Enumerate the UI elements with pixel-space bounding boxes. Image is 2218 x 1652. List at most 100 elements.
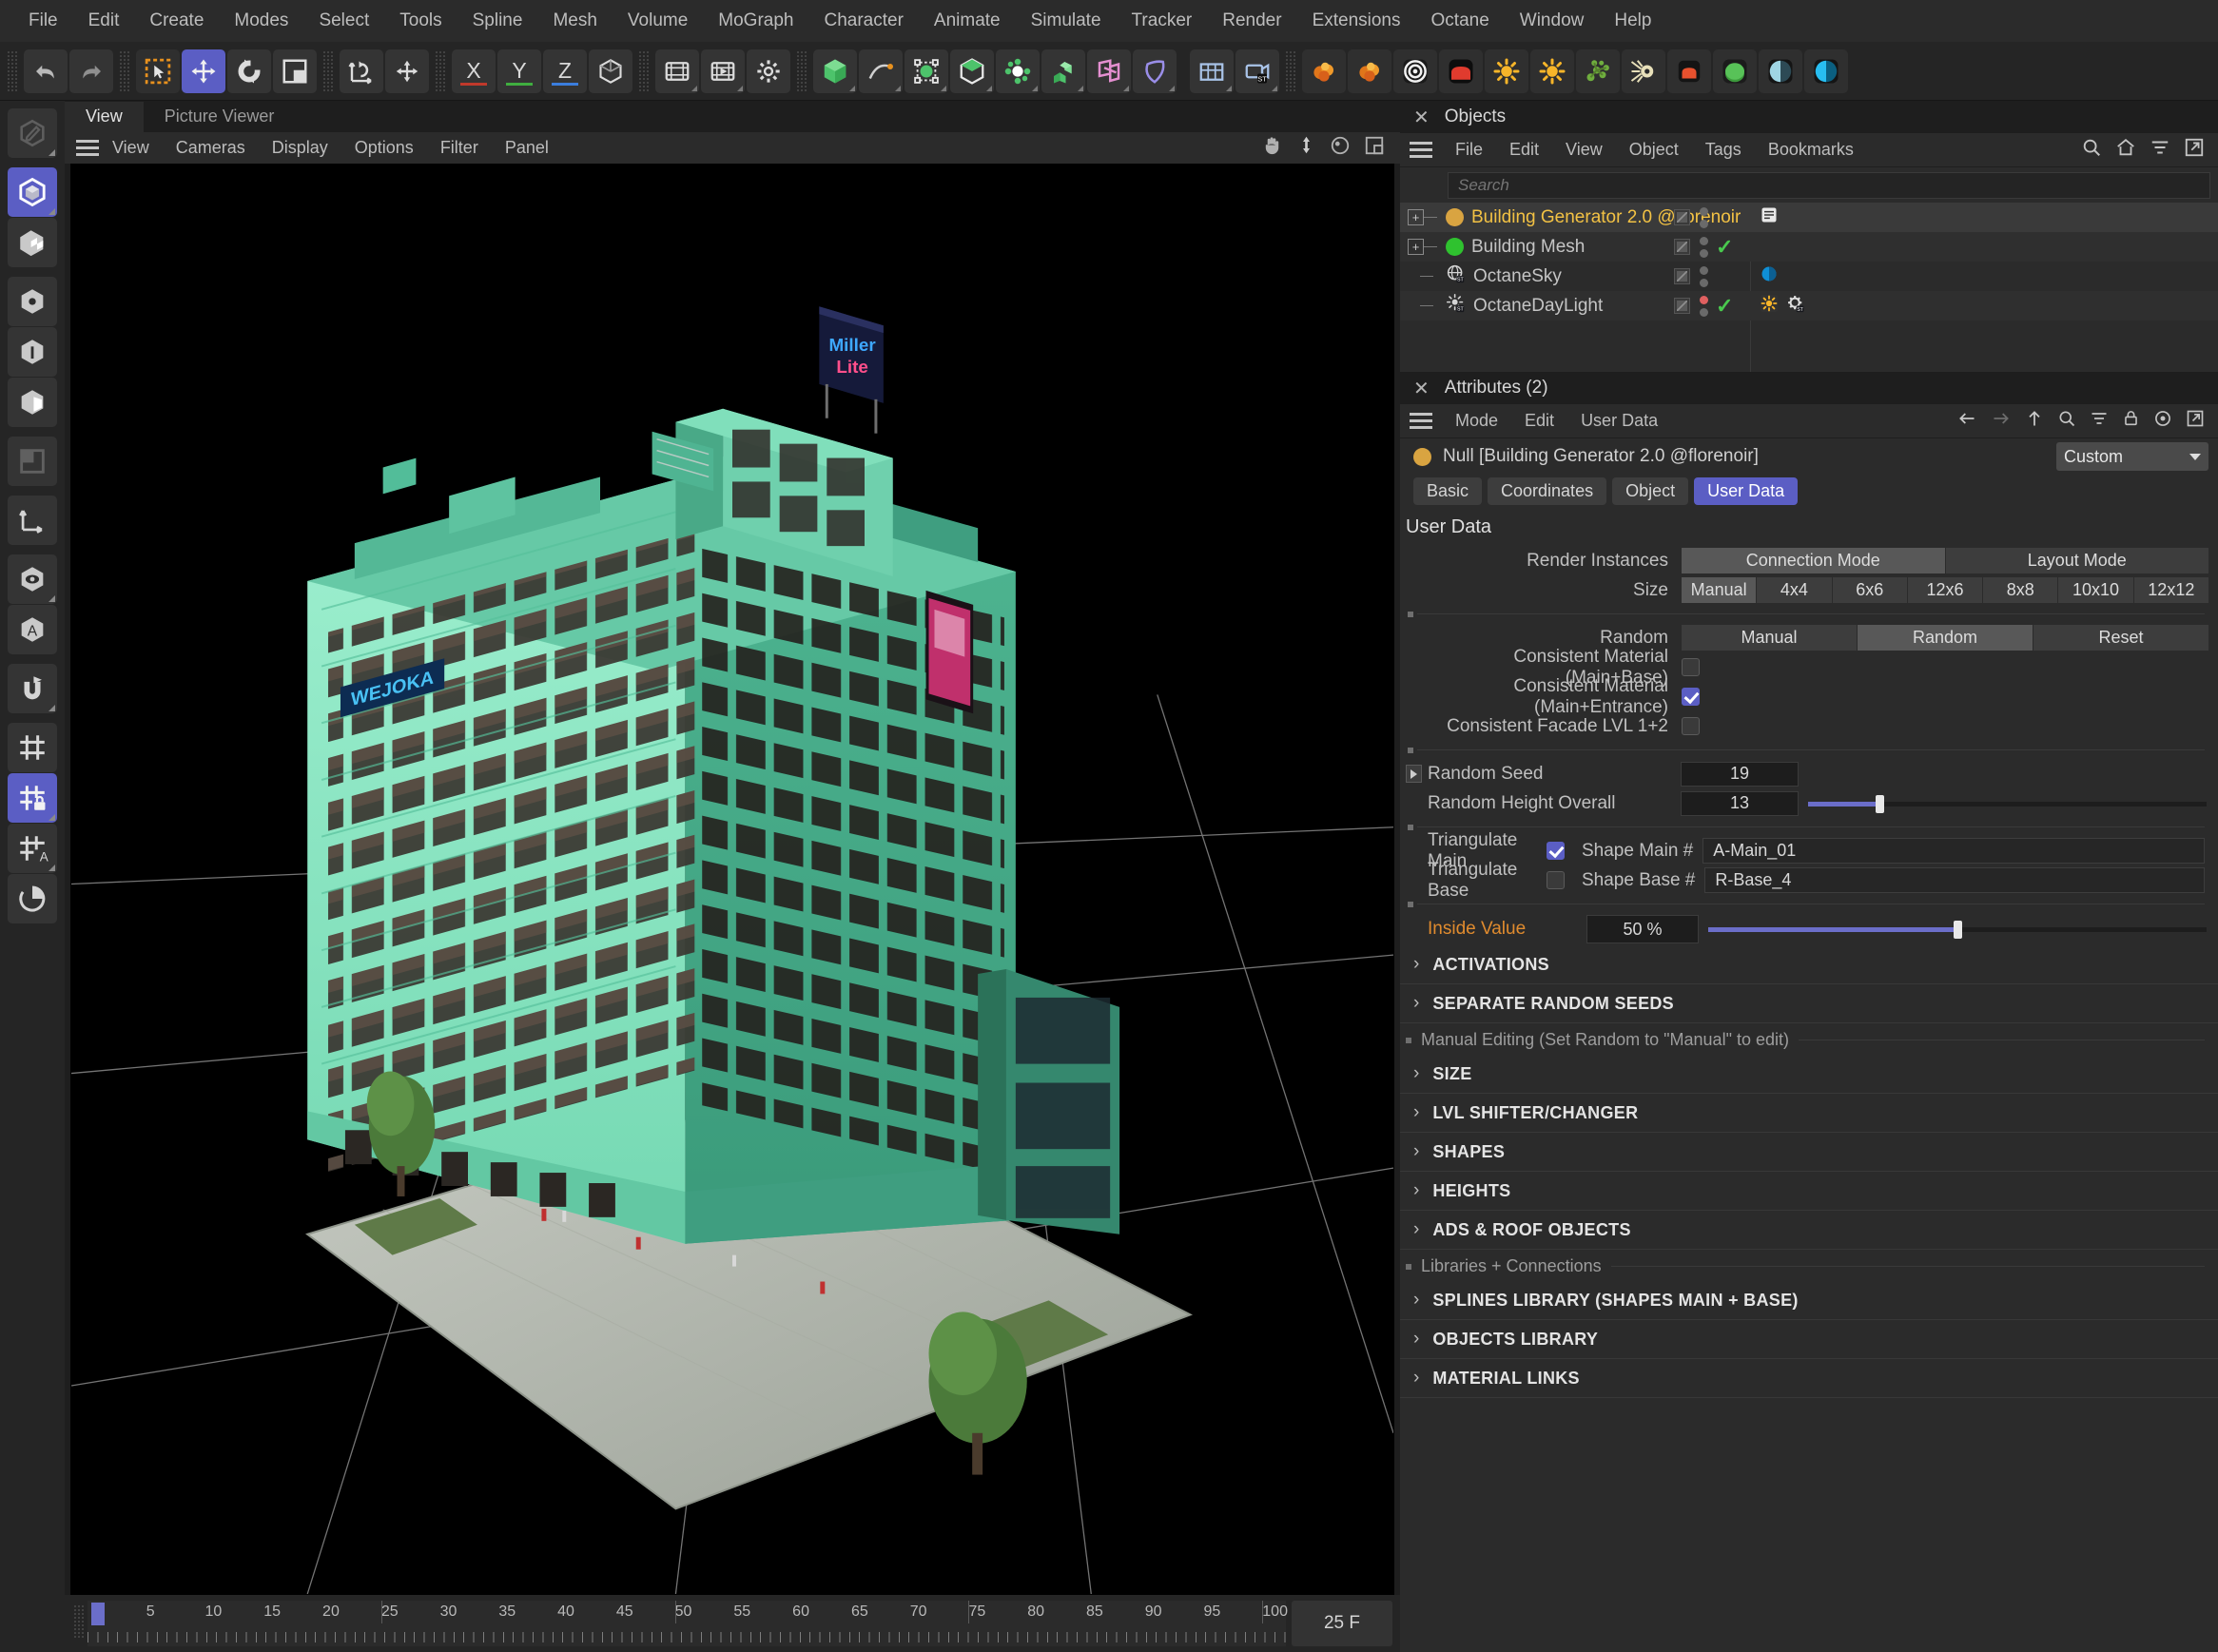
object-tags[interactable] — [1760, 205, 1779, 230]
texture-mode-button[interactable] — [8, 218, 57, 267]
search-input[interactable] — [1458, 176, 2209, 195]
menu-item-create[interactable]: Create — [134, 7, 219, 35]
octane-render-target-button[interactable] — [1667, 49, 1711, 93]
timeline-bar[interactable]: 5101520253035404550556065707580859095100… — [65, 1595, 1400, 1652]
menu-item-mograph[interactable]: MoGraph — [703, 7, 808, 35]
random-option-manual[interactable]: Manual — [1682, 625, 1857, 651]
menu-item-simulate[interactable]: Simulate — [1016, 7, 1117, 35]
triangulate-base-checkbox[interactable] — [1547, 871, 1565, 889]
group-header-ads-roof-objects[interactable]: ›ADS & ROOF OBJECTS — [1400, 1211, 2218, 1250]
enabled-check-icon[interactable]: ✓ — [1716, 235, 1733, 260]
menu-item-octane[interactable]: Octane — [1416, 7, 1505, 35]
octane-mesh-button[interactable] — [1190, 49, 1234, 93]
model-mode-button[interactable] — [8, 167, 57, 217]
attributes-tab-user-data[interactable]: User Data — [1694, 477, 1798, 505]
toolbar-grip-5[interactable] — [638, 50, 650, 92]
rotate-view-icon[interactable] — [1330, 135, 1351, 162]
rotate-tool[interactable] — [227, 49, 271, 93]
objects-search-field[interactable] — [1448, 172, 2210, 199]
menu-item-render[interactable]: Render — [1207, 7, 1296, 35]
axis-mode-button[interactable] — [8, 496, 57, 545]
object-tags[interactable]: ST — [1760, 294, 1805, 319]
home-icon[interactable] — [2115, 137, 2136, 164]
octane-material-green-button[interactable] — [1713, 49, 1757, 93]
group-header-objects-library[interactable]: ›OBJECTS LIBRARY — [1400, 1320, 2218, 1359]
viewport-menu-filter[interactable]: Filter — [427, 136, 492, 160]
objects-menu-tags[interactable]: Tags — [1692, 138, 1755, 162]
axis-lock-x-button[interactable]: X — [452, 49, 496, 93]
world-object-axis-button[interactable] — [340, 49, 383, 93]
up-arrow-icon[interactable] — [2025, 409, 2044, 434]
octane-target-button[interactable] — [1393, 49, 1437, 93]
lock-icon[interactable] — [2122, 409, 2140, 434]
consistency-checkbox[interactable] — [1682, 658, 1700, 676]
menu-item-volume[interactable]: Volume — [613, 7, 703, 35]
axis-lock-z-button[interactable]: Z — [543, 49, 587, 93]
live-selection-tool[interactable] — [136, 49, 180, 93]
viewport-tab-view[interactable]: View — [65, 102, 144, 132]
octane-sunlight-1-button[interactable] — [1485, 49, 1528, 93]
open-external-icon[interactable] — [2184, 137, 2205, 164]
world-coordinate-system-button[interactable] — [589, 49, 632, 93]
objects-menu-bookmarks[interactable]: Bookmarks — [1755, 138, 1867, 162]
octane-gear-burst-button[interactable] — [1622, 49, 1665, 93]
size-option-12x6[interactable]: 12x6 — [1908, 577, 1982, 603]
search-icon-attributes[interactable] — [2057, 409, 2076, 434]
menu-item-character[interactable]: Character — [808, 7, 918, 35]
visibility-dots[interactable] — [1700, 296, 1708, 317]
render-instances-segmented[interactable]: Connection ModeLayout Mode — [1682, 548, 2218, 573]
viewport-hamburger-icon[interactable] — [76, 140, 99, 156]
maximize-view-icon[interactable] — [1364, 135, 1385, 162]
object-row-toggles[interactable] — [1674, 207, 1708, 228]
octane-fire-2-button[interactable] — [1348, 49, 1391, 93]
toolbar-grip-7[interactable] — [1285, 50, 1296, 92]
group-header-shapes[interactable]: ›SHAPES — [1400, 1133, 2218, 1172]
edit-mode-button[interactable] — [8, 108, 57, 158]
consistency-checkbox[interactable] — [1682, 688, 1700, 706]
shape-base-field[interactable]: R-Base_4 — [1704, 867, 2205, 893]
layer-toggle-icon[interactable] — [1674, 298, 1690, 314]
object-tree[interactable]: +Building Generator 2.0 @florenoir+Build… — [1400, 203, 2218, 372]
attributes-menu-user-data[interactable]: User Data — [1567, 409, 1671, 433]
objects-menu-file[interactable]: File — [1442, 138, 1496, 162]
toolbar-grip[interactable] — [7, 50, 18, 92]
points-mode-button[interactable] — [8, 277, 57, 326]
triangulate-main-checkbox[interactable] — [1547, 842, 1565, 860]
current-frame-field[interactable]: 25 F — [1292, 1601, 1392, 1646]
octane-fire-1-button[interactable] — [1302, 49, 1346, 93]
axis-lock-y-button[interactable]: Y — [497, 49, 541, 93]
layer-toggle-icon[interactable] — [1674, 239, 1690, 255]
viewport-menu-cameras[interactable]: Cameras — [163, 136, 259, 160]
attributes-tab-coordinates[interactable]: Coordinates — [1488, 477, 1606, 505]
subdivision-surface-button[interactable] — [950, 49, 994, 93]
open-external-icon-attributes[interactable] — [2186, 409, 2205, 434]
menu-item-file[interactable]: File — [13, 7, 73, 35]
objects-hamburger-icon[interactable] — [1410, 142, 1432, 158]
render-view-button[interactable] — [655, 49, 699, 93]
object-row-toggles[interactable]: ✓ — [1674, 235, 1733, 260]
viewport-menu-view[interactable]: View — [99, 136, 163, 160]
target-icon[interactable] — [2153, 409, 2172, 434]
random-height-field[interactable]: 13 — [1681, 791, 1799, 816]
viewport-menu-display[interactable]: Display — [259, 136, 341, 160]
object-row-toggles[interactable]: ✓ — [1674, 294, 1733, 319]
objects-menu-object[interactable]: Object — [1616, 138, 1692, 162]
object-row-toggles[interactable] — [1674, 266, 1708, 287]
forward-arrow-icon[interactable] — [1991, 409, 2012, 434]
snap-magnet-button[interactable] — [8, 664, 57, 713]
octane-render-camera-button[interactable] — [1439, 49, 1483, 93]
size-option-10x10[interactable]: 10x10 — [2058, 577, 2132, 603]
timeline-playhead[interactable] — [91, 1603, 105, 1625]
random-seed-field[interactable]: 19 — [1681, 762, 1799, 787]
annotation-tag-icon[interactable] — [1760, 205, 1779, 230]
render-instances-option-connection-mode[interactable]: Connection Mode — [1682, 548, 1945, 573]
viewport-tab-picture-viewer[interactable]: Picture Viewer — [144, 102, 296, 132]
octane-sunlight-2-button[interactable] — [1530, 49, 1574, 93]
attributes-hamburger-icon[interactable] — [1410, 413, 1432, 429]
object-tree-row[interactable]: +Building Generator 2.0 @florenoir — [1400, 203, 2218, 232]
viewport-menu-panel[interactable]: Panel — [492, 136, 562, 160]
menu-item-select[interactable]: Select — [303, 7, 384, 35]
edges-mode-button[interactable] — [8, 327, 57, 377]
filter-icon-attributes[interactable] — [2090, 409, 2109, 434]
group-header-size[interactable]: ›SIZE — [1400, 1055, 2218, 1094]
